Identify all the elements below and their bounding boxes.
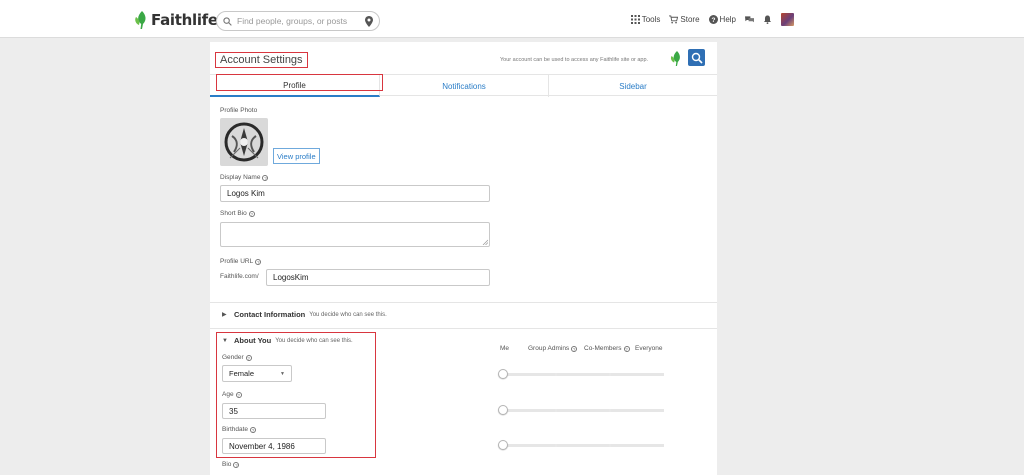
- profile-url-label-text: Profile URL: [220, 258, 254, 265]
- contact-information-subtitle: You decide who can see this.: [309, 311, 387, 318]
- profile-photo-label-text: Profile Photo: [220, 107, 258, 114]
- bio-label: Bio ?: [222, 461, 240, 468]
- help-link[interactable]: ? Help: [708, 15, 736, 24]
- visibility-header-group-admins: Group Admins ?: [528, 345, 578, 352]
- slider-handle[interactable]: [498, 369, 508, 379]
- logos-app-icon[interactable]: [688, 49, 705, 66]
- tools-menu[interactable]: Tools: [630, 15, 661, 24]
- contact-information-title: Contact Information: [234, 310, 306, 319]
- profile-photo-image: [220, 118, 268, 166]
- store-link[interactable]: Store: [669, 15, 700, 24]
- logo-text: Faithlife: [151, 11, 218, 29]
- help-icon[interactable]: ?: [250, 426, 257, 433]
- search-icon: [223, 16, 232, 26]
- chevron-down-icon: ▼: [222, 337, 228, 344]
- account-settings-panel: Account Settings Your account can be use…: [210, 42, 717, 475]
- svg-text:?: ?: [711, 17, 715, 24]
- help-icon[interactable]: ?: [255, 258, 262, 265]
- gender-visibility-slider[interactable]: [498, 369, 665, 379]
- section-divider: [210, 302, 717, 303]
- store-label: Store: [680, 15, 700, 24]
- help-label: Help: [719, 15, 736, 24]
- visibility-header-everyone: Everyone: [635, 345, 662, 352]
- birthdate-label-text: Birthdate: [222, 426, 249, 433]
- magnifier-icon: [691, 52, 703, 64]
- age-label: Age ?: [222, 391, 242, 398]
- slider-handle[interactable]: [498, 405, 508, 415]
- slider-handle[interactable]: [498, 440, 508, 450]
- tools-label: Tools: [641, 15, 661, 24]
- top-navigation-bar: Faithlife Tools Store: [0, 0, 1024, 38]
- grid-icon: [630, 15, 640, 24]
- chevron-right-icon: ▶: [222, 312, 227, 318]
- gender-select[interactable]: Female ▼: [222, 365, 292, 382]
- about-you-subtitle: You decide who can see this.: [275, 337, 353, 344]
- visibility-header-me: Me: [500, 345, 509, 352]
- visibility-header-group-admins-text: Group Admins: [528, 345, 570, 352]
- profile-url-prefix: Faithlife.com/: [220, 273, 259, 280]
- faithlife-logo[interactable]: Faithlife: [134, 9, 218, 31]
- short-bio-label-text: Short Bio: [220, 210, 247, 217]
- birthdate-label: Birthdate ?: [222, 426, 257, 433]
- profile-photo[interactable]: [220, 118, 268, 166]
- age-input[interactable]: [222, 403, 326, 419]
- display-name-input[interactable]: [220, 185, 490, 202]
- short-bio-textarea[interactable]: [220, 222, 490, 247]
- display-name-label-text: Display Name: [220, 174, 261, 181]
- help-icon[interactable]: ?: [233, 461, 240, 468]
- contact-information-header[interactable]: ▶ Contact Information You decide who can…: [222, 310, 387, 319]
- page-title: Account Settings: [215, 52, 308, 68]
- display-name-label: Display Name ?: [220, 174, 269, 181]
- notifications-button[interactable]: [763, 15, 772, 24]
- search-input[interactable]: [237, 16, 365, 26]
- help-circle-icon: ?: [708, 15, 718, 24]
- profile-url-label: Profile URL ?: [220, 258, 262, 265]
- birthdate-visibility-slider[interactable]: [498, 440, 665, 450]
- about-you-header[interactable]: ▼ About You You decide who can see this.: [222, 336, 353, 345]
- gender-label-text: Gender: [222, 354, 244, 361]
- location-pin-icon[interactable]: [365, 15, 373, 27]
- help-icon[interactable]: ?: [623, 345, 630, 352]
- visibility-header-everyone-text: Everyone: [635, 345, 663, 352]
- settings-tabs: Profile Notifications Sidebar: [210, 74, 717, 97]
- gender-label: Gender ?: [222, 354, 252, 361]
- slider-track: [502, 373, 665, 376]
- visibility-header-co-members-text: Co-Members: [584, 345, 622, 352]
- bio-label-text: Bio: [222, 461, 232, 468]
- visibility-header-co-members: Co-Members ?: [584, 345, 630, 352]
- user-avatar[interactable]: [781, 13, 794, 26]
- view-profile-button[interactable]: View profile: [273, 148, 320, 164]
- profile-photo-label: Profile Photo: [220, 107, 257, 114]
- messages-button[interactable]: [745, 15, 754, 24]
- slider-track: [502, 444, 665, 447]
- gender-select-value: Female: [229, 369, 255, 378]
- visibility-header-me-text: Me: [500, 345, 510, 352]
- section-divider: [210, 328, 717, 329]
- cart-icon: [669, 15, 679, 24]
- age-visibility-slider[interactable]: [498, 405, 665, 415]
- birthdate-input[interactable]: [222, 438, 326, 454]
- chat-bubbles-icon: [745, 16, 754, 23]
- help-icon[interactable]: ?: [248, 210, 255, 217]
- top-nav-actions: Tools Store ? Help: [630, 13, 794, 26]
- tab-notifications[interactable]: Notifications: [380, 75, 549, 97]
- faithlife-leaf-icon[interactable]: [670, 51, 682, 66]
- slider-track: [502, 409, 665, 412]
- tab-profile[interactable]: Profile: [210, 75, 380, 97]
- faithlife-leaf-icon: [135, 11, 146, 29]
- help-icon[interactable]: ?: [245, 354, 252, 361]
- bell-icon: [763, 15, 772, 24]
- resize-grip-icon[interactable]: [482, 239, 488, 245]
- tab-sidebar[interactable]: Sidebar: [549, 75, 717, 97]
- chevron-down-icon: ▼: [280, 370, 285, 377]
- short-bio-label: Short Bio ?: [220, 210, 255, 217]
- help-icon[interactable]: ?: [571, 345, 578, 352]
- help-icon[interactable]: ?: [235, 391, 242, 398]
- about-you-title: About You: [234, 336, 272, 345]
- help-icon[interactable]: ?: [262, 174, 269, 181]
- profile-url-input[interactable]: [266, 269, 490, 286]
- search-box[interactable]: [216, 11, 380, 31]
- age-label-text: Age: [222, 391, 234, 398]
